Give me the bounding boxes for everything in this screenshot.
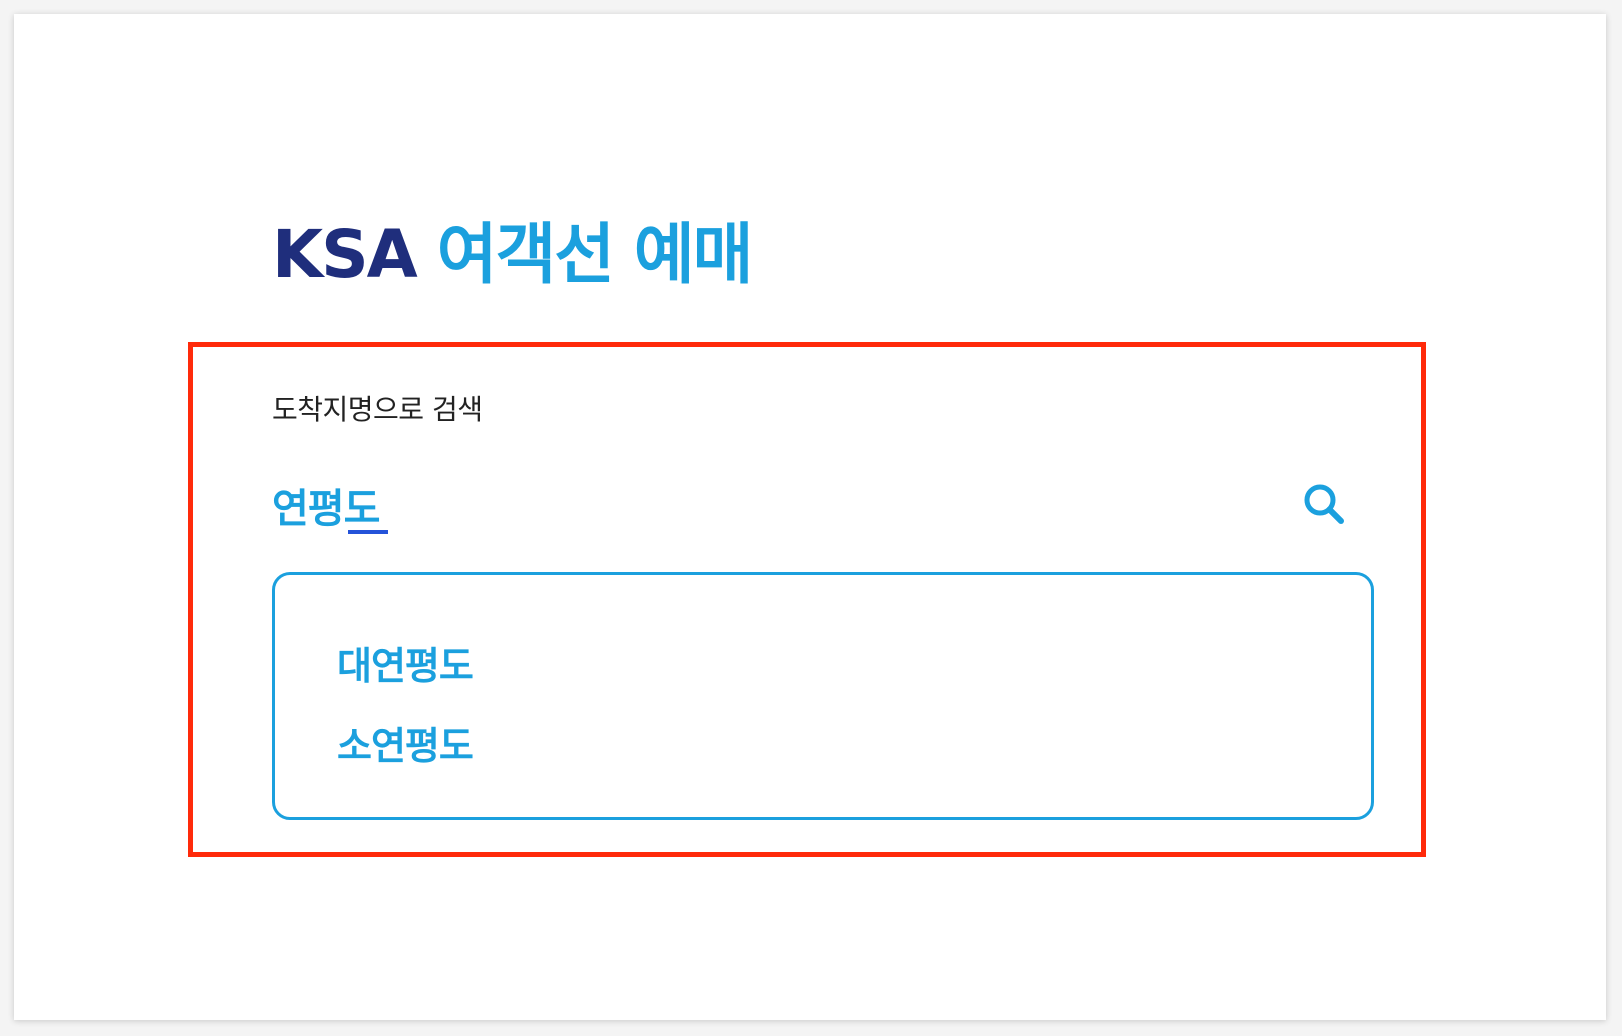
search-row: 연평도 [272, 474, 1354, 538]
input-composition-underline [348, 530, 388, 534]
search-input[interactable]: 연평도 [272, 476, 380, 534]
search-button[interactable] [1294, 474, 1354, 534]
search-icon [1304, 484, 1344, 524]
suggestion-item[interactable]: 소연평도 [337, 715, 474, 770]
service-title: 여객선 예매 [436, 216, 754, 293]
brand-name: KSA [272, 216, 418, 293]
suggestion-dropdown: 대연평도 소연평도 [272, 572, 1374, 820]
suggestion-item[interactable]: 대연평도 [337, 635, 474, 690]
page-title: KSA 여객선 예매 [272, 222, 753, 288]
search-label: 도착지명으로 검색 [272, 393, 483, 426]
